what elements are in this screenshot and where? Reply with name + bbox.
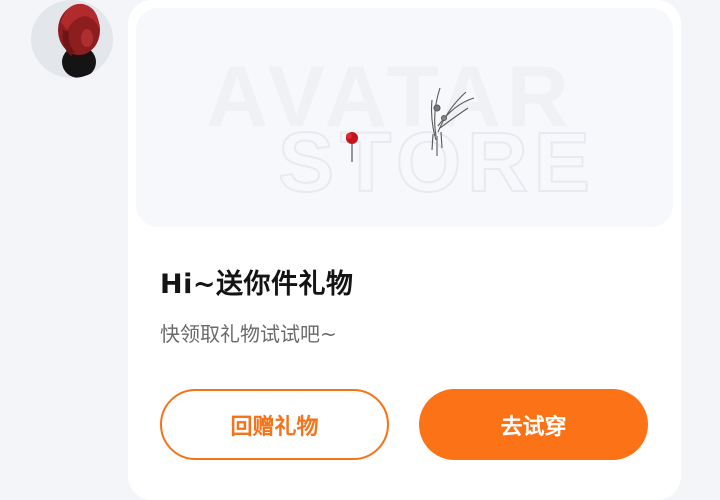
gift-preview[interactable]: AVATAR STORE [136,8,673,227]
gift-subtitle: 快领取礼物试试吧~ [160,322,337,346]
gift-title: Hi~送你件礼物 [160,269,354,300]
return-gift-button[interactable]: 回赠礼物 [160,389,389,460]
watermark-store: STORE [278,115,596,209]
avatar-character-icon [58,3,100,78]
try-on-button[interactable]: 去试穿 [419,389,648,460]
gift-card: AVATAR STORE Hi~送你件礼物 快领取礼物试试吧~ 回赠礼物 去试穿 [128,0,681,500]
sender-avatar[interactable] [31,0,113,78]
